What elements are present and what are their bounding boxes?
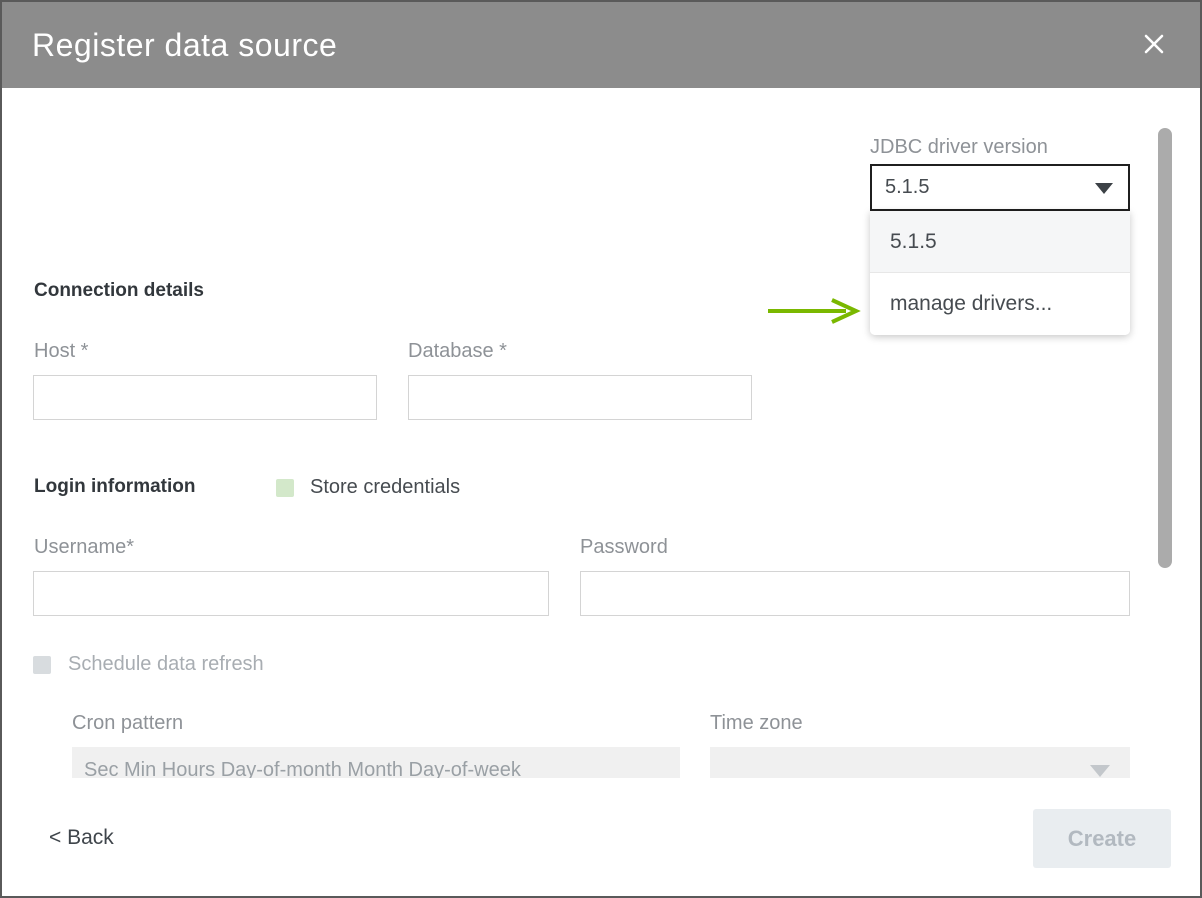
dialog-body: JDBC driver version 5.1.5 5.1.5 manage d…: [2, 88, 1200, 896]
close-icon: [1143, 33, 1165, 60]
scrollbar-thumb[interactable]: [1158, 128, 1172, 568]
cron-pattern-input[interactable]: [72, 747, 680, 778]
page-title: Register data source: [32, 2, 337, 88]
back-link[interactable]: < Back: [49, 826, 114, 850]
jdbc-driver-dropdown-menu: 5.1.5 manage drivers...: [870, 211, 1130, 335]
dropdown-option-version[interactable]: 5.1.5: [870, 211, 1130, 273]
timezone-select[interactable]: [710, 747, 1130, 778]
create-button[interactable]: Create: [1033, 809, 1171, 868]
chevron-down-icon: [1090, 765, 1110, 777]
register-data-source-dialog: Register data source JDBC driver version…: [0, 0, 1202, 898]
dialog-header: Register data source: [2, 2, 1200, 88]
dropdown-option-manage-drivers[interactable]: manage drivers...: [870, 273, 1130, 335]
close-button[interactable]: [1142, 34, 1166, 58]
scroll-clip-region: [2, 88, 1152, 778]
